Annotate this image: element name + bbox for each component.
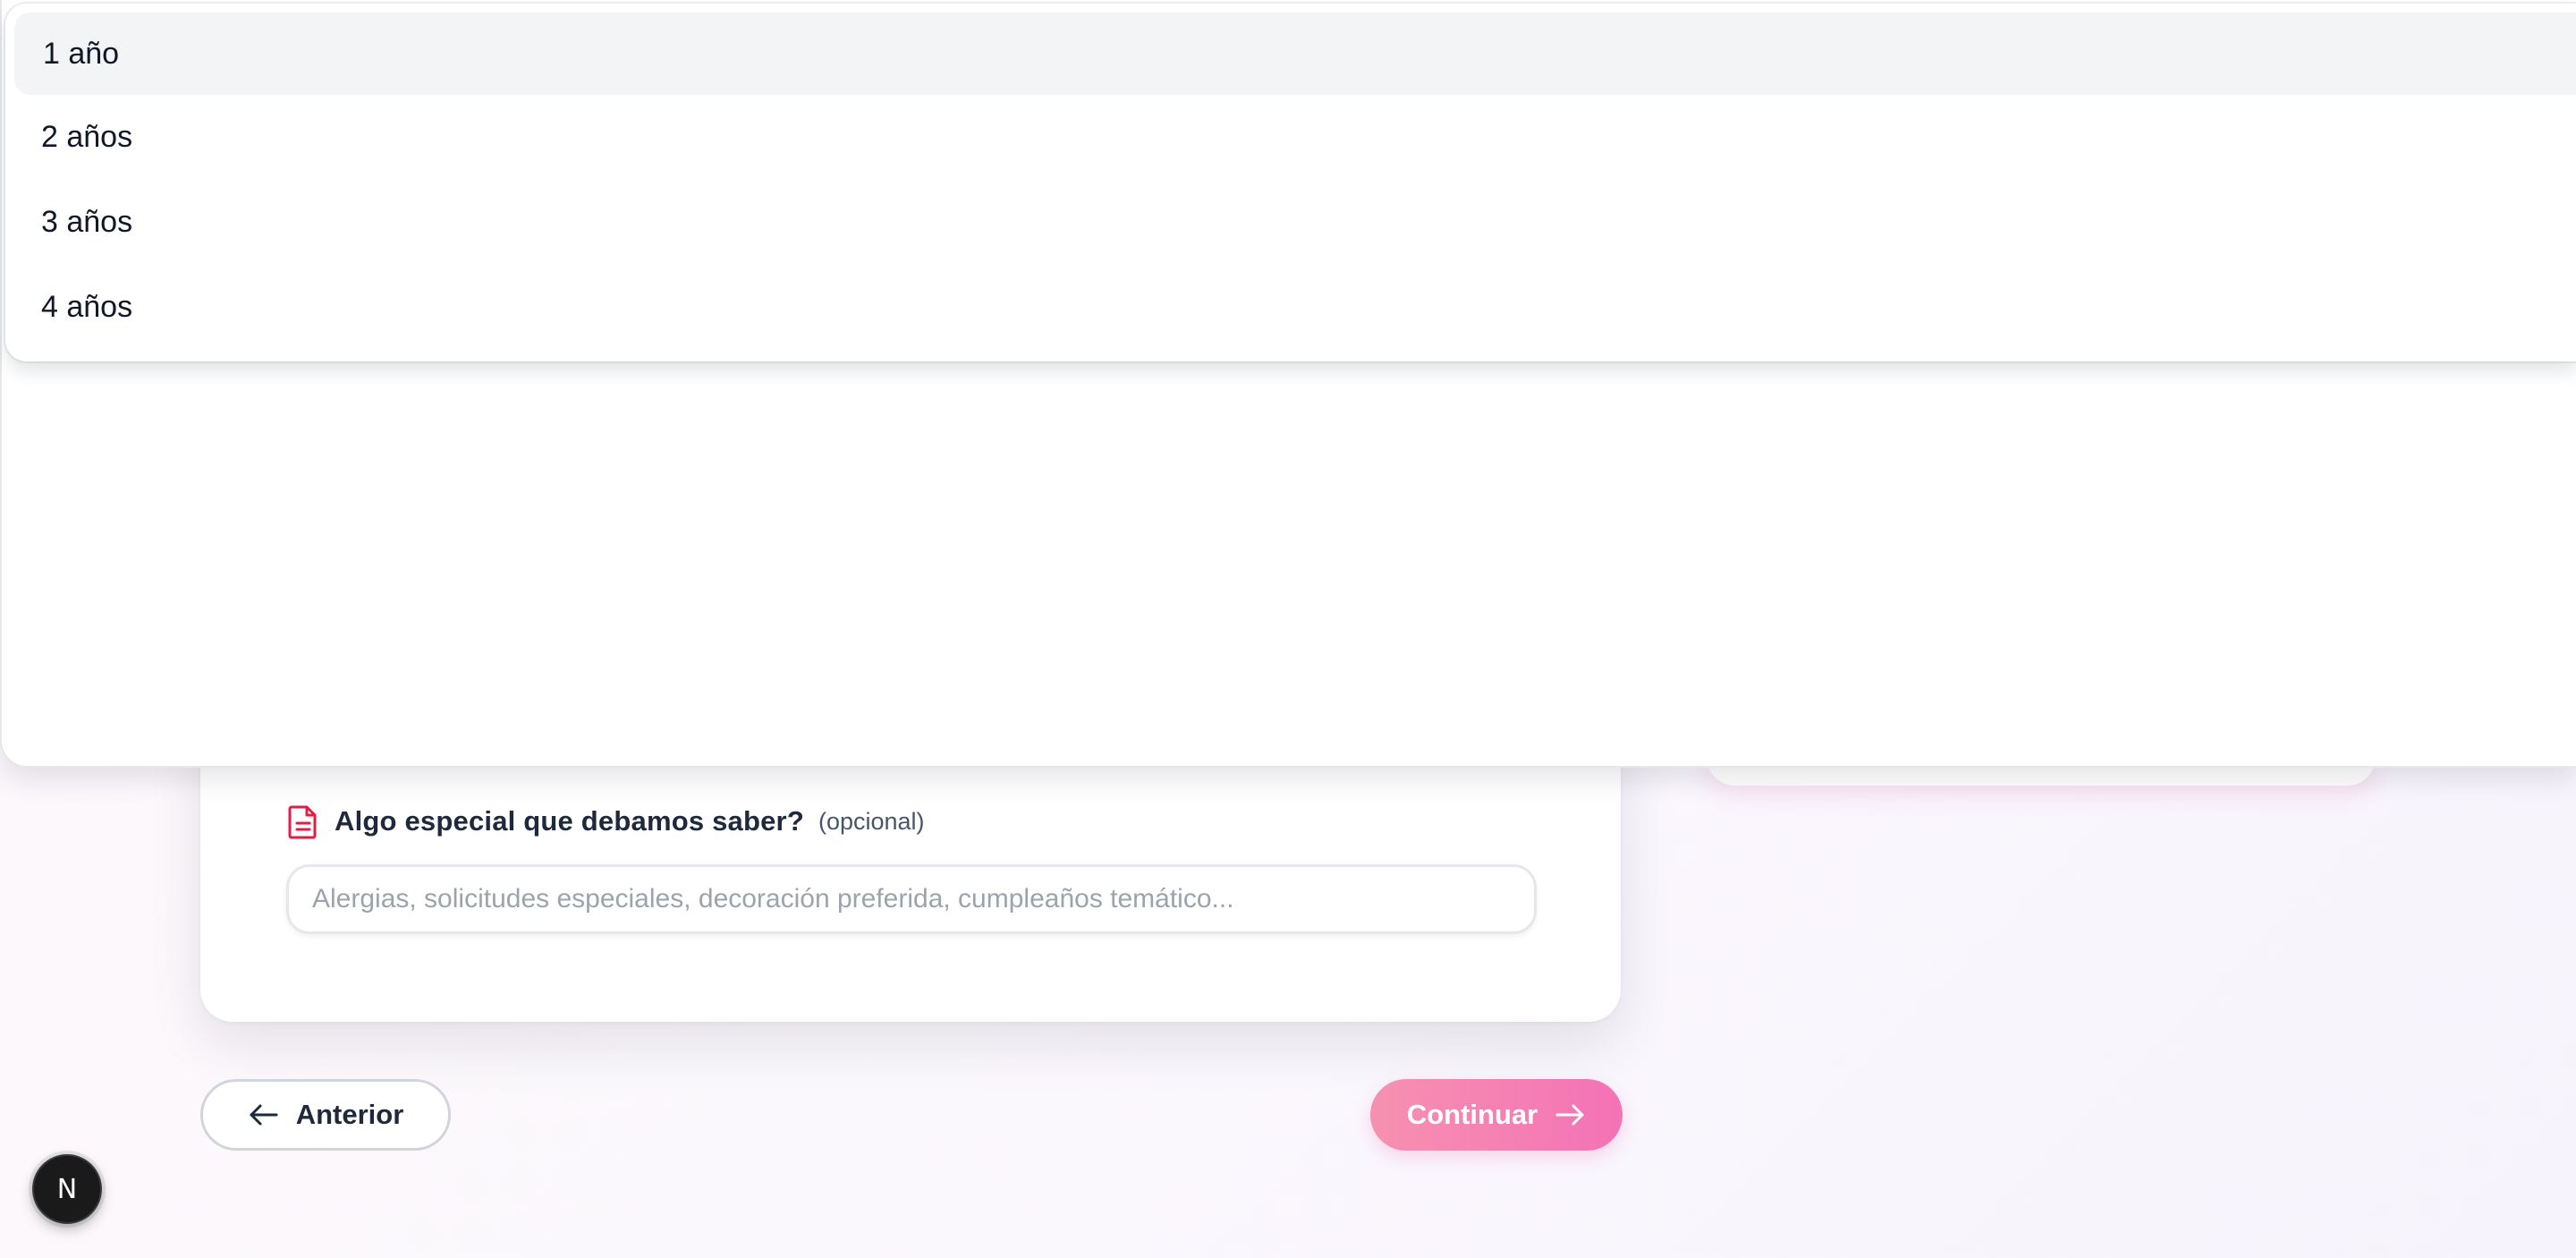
select-options-list: 1 año 2 años 3 años 4 años — [5, 4, 2576, 361]
arrow-right-icon — [1554, 1102, 1586, 1127]
continue-button[interactable]: Continuar — [1370, 1079, 1623, 1151]
special-notes-input[interactable] — [286, 864, 1537, 934]
nextjs-logo-icon: N — [56, 1173, 78, 1205]
select-option[interactable]: 2 años — [5, 95, 2576, 180]
previous-button-label: Anterior — [295, 1099, 404, 1130]
select-option[interactable]: 1 año — [14, 13, 2576, 95]
continue-button-label: Continuar — [1406, 1099, 1538, 1130]
select-dropdown-panel: 1 año 2 años 3 años 4 años — [0, 0, 2576, 768]
select-option[interactable]: 3 años — [5, 180, 2576, 265]
select-option[interactable]: 4 años — [5, 265, 2576, 350]
document-icon — [288, 803, 318, 839]
previous-button[interactable]: Anterior — [200, 1079, 451, 1151]
nextjs-dev-badge[interactable]: N — [32, 1154, 102, 1224]
arrow-left-icon — [248, 1102, 280, 1127]
notes-field-label: Algo especial que debamos saber? (opcion… — [288, 803, 925, 839]
optional-tag: (opcional) — [818, 807, 925, 835]
notes-label-text: Algo especial que debamos saber? — [335, 805, 804, 837]
